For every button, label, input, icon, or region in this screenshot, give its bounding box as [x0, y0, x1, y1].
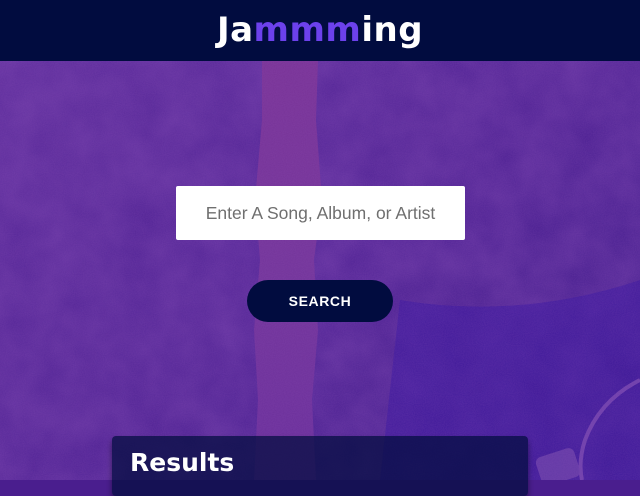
search-input[interactable]	[176, 186, 465, 240]
search-results-panel: Results	[112, 436, 528, 496]
search-button[interactable]: SEARCH	[247, 280, 393, 322]
results-heading: Results	[130, 448, 235, 477]
search-bar: SEARCH	[0, 0, 640, 480]
